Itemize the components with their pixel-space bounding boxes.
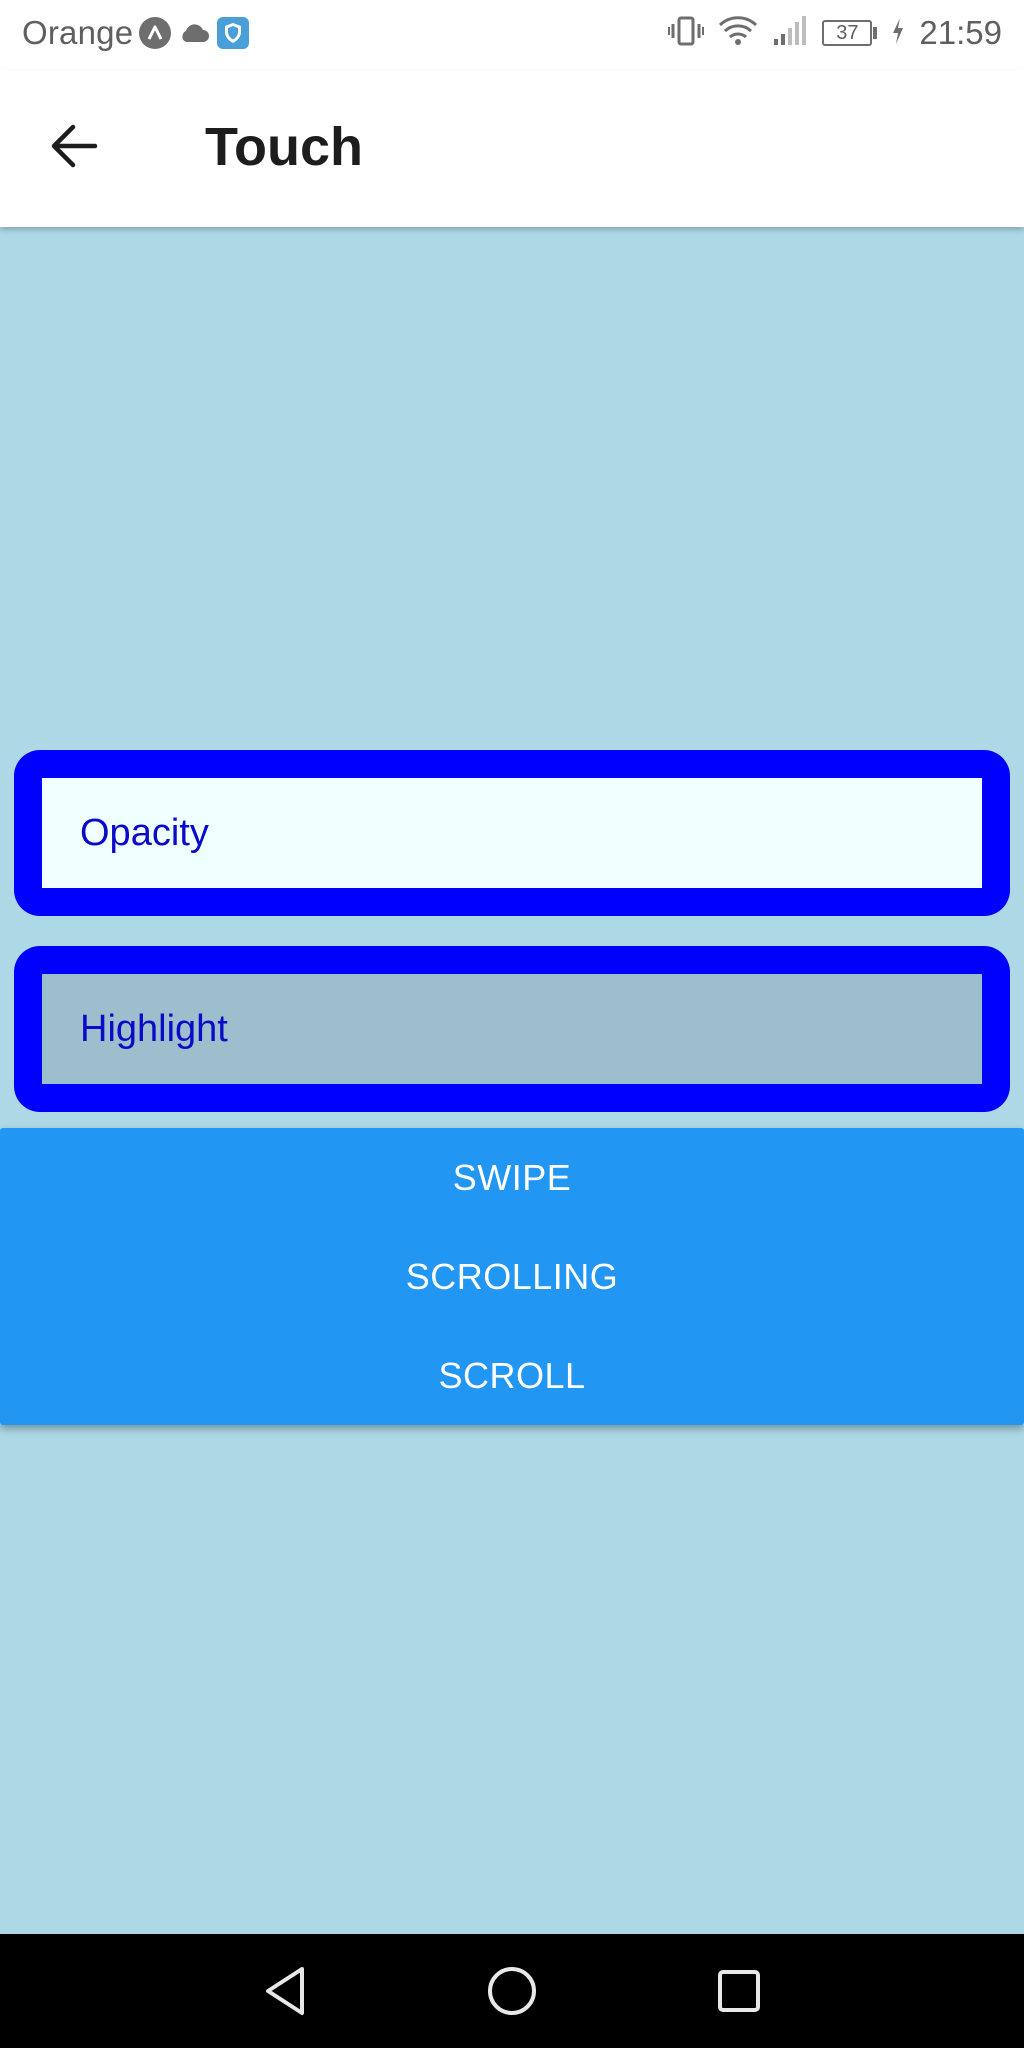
nav-recents-button[interactable] [704,1956,774,2026]
opacity-inner[interactable]: Opacity [42,778,982,888]
battery-icon: 37 [822,20,878,46]
page-title: Touch [205,117,363,177]
highlight-label: Highlight [80,1007,228,1050]
recents-square-icon [718,1970,760,2012]
wifi-icon [718,15,758,52]
app-a-icon [139,17,172,49]
opacity-label: Opacity [80,811,209,854]
cloud-icon [177,17,211,49]
battery-cap [873,27,878,39]
scroll-button[interactable]: SCROLL [0,1326,1024,1425]
highlight-touchable[interactable]: Highlight [14,946,1010,1112]
shield-icon [217,17,250,49]
button-stack: SWIPE SCROLLING SCROLL [0,1128,1024,1425]
arrow-left-icon [51,124,98,168]
app-bar: Touch [0,70,1024,227]
clock: 21:59 [919,14,1002,51]
vibrate-icon [668,15,705,52]
back-button[interactable] [34,106,114,186]
charging-icon [891,17,905,50]
nav-bar [0,1934,1024,2048]
highlight-inner[interactable]: Highlight [42,974,982,1084]
opacity-touchable[interactable]: Opacity [14,750,1010,916]
back-triangle-icon [266,1967,304,2015]
status-right: 37 21:59 [668,14,1002,52]
carrier-name: Orange [22,14,134,51]
signal-icon [772,15,808,52]
home-circle-icon [488,1967,536,2015]
swipe-button[interactable]: SWIPE [0,1128,1024,1227]
status-left: Orange [22,14,250,52]
nav-back-button[interactable] [250,1956,320,2026]
status-bar: Orange 37 21:59 [0,0,1024,70]
battery-level: 37 [822,20,873,46]
nav-home-button[interactable] [477,1956,547,2026]
scrolling-button[interactable]: SCROLLING [0,1227,1024,1326]
